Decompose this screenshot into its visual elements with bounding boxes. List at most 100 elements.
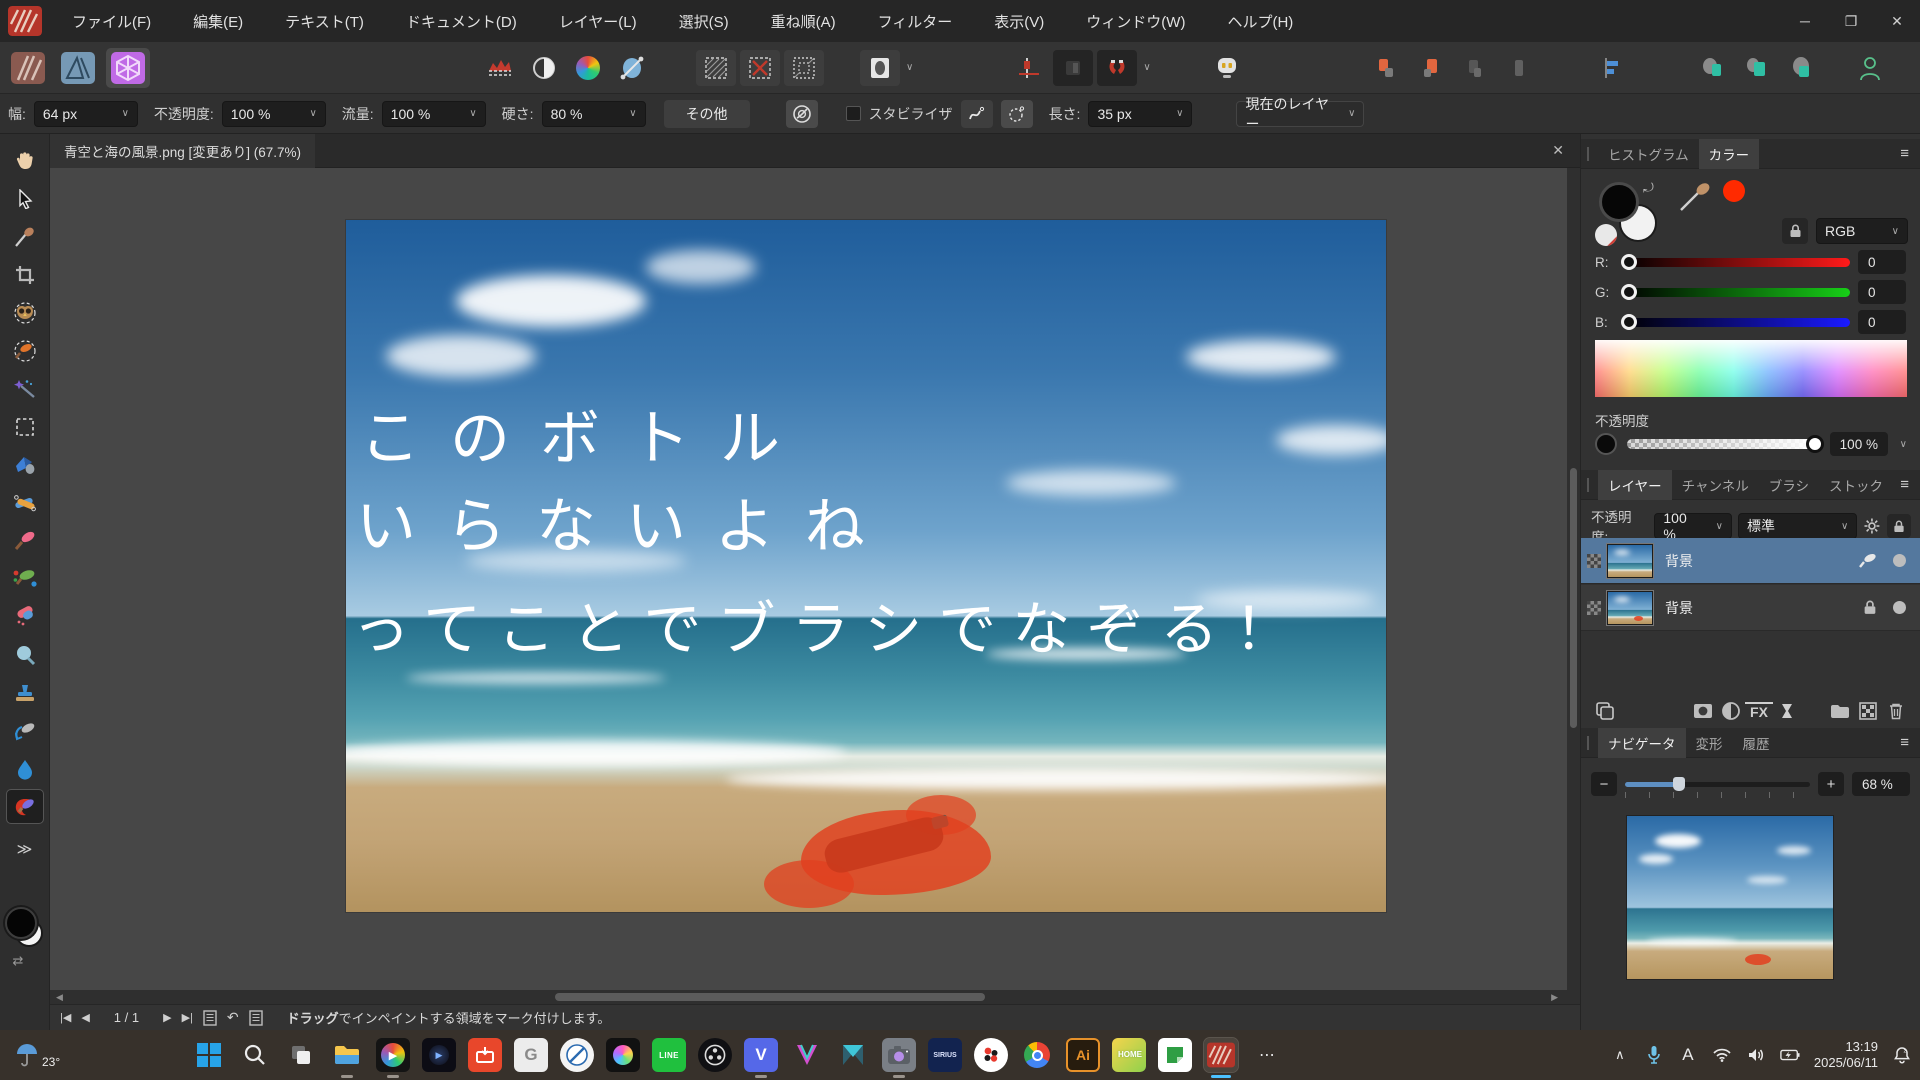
tab-colour[interactable]: カラー: [1698, 138, 1760, 169]
deselect-button[interactable]: [740, 49, 780, 86]
green-note-app-button[interactable]: [1158, 1038, 1192, 1072]
taskbar-search-button[interactable]: [238, 1038, 272, 1072]
canvas-viewport[interactable]: このボトル いらないよね ってことでブラシでなぞる！ ◀ ▶: [50, 168, 1580, 1004]
select-all-button[interactable]: [696, 49, 736, 86]
menu-layer[interactable]: レイヤー(L): [545, 5, 651, 38]
undo-history-icon[interactable]: ↶: [227, 1009, 239, 1026]
develop-persona-button[interactable]: [106, 47, 150, 88]
panel-menu-icon[interactable]: ≡: [1900, 476, 1910, 493]
live-filter-hourglass-icon[interactable]: [1773, 702, 1801, 720]
swap-colours-icon[interactable]: ⤾: [1643, 180, 1654, 196]
microphone-icon[interactable]: [1644, 1045, 1664, 1065]
next-page-icon[interactable]: ▶: [163, 1011, 171, 1024]
homepage-builder-button[interactable]: HOME: [1112, 1038, 1146, 1072]
erase-tool[interactable]: [7, 486, 43, 519]
view-tool[interactable]: [7, 144, 43, 177]
scroll-left-icon[interactable]: ◀: [56, 992, 63, 1003]
horizontal-scrollbar-thumb[interactable]: [555, 993, 985, 1001]
flow-field[interactable]: 100 % ∨: [381, 100, 486, 127]
tab-transform[interactable]: 変形: [1686, 727, 1733, 759]
previous-page-icon[interactable]: ◀: [81, 1011, 89, 1024]
layer-drag-handle-icon[interactable]: [1581, 553, 1607, 568]
move-backward-button[interactable]: [1455, 50, 1495, 86]
tab-channels[interactable]: チャンネル: [1672, 469, 1759, 501]
auto-contrast-button[interactable]: [524, 50, 564, 86]
panel-grip[interactable]: [1587, 477, 1590, 492]
hardness-field[interactable]: 80 % ∨: [541, 100, 646, 127]
vertical-scrollbar[interactable]: [1567, 168, 1580, 1004]
document-tab[interactable]: 青空と海の風景.png [変更あり] (67.7%): [50, 133, 316, 168]
flower-app-button[interactable]: [974, 1038, 1008, 1072]
account-button[interactable]: [1850, 50, 1890, 86]
menu-select[interactable]: 選択(S): [665, 5, 743, 38]
undo-brush-tool[interactable]: [7, 714, 43, 747]
quick-mask-chevron-icon[interactable]: ∨: [906, 62, 913, 73]
green-value[interactable]: 0: [1858, 280, 1906, 304]
snapping-chevron-icon[interactable]: ∨: [1143, 62, 1150, 73]
layer-thumbnail[interactable]: [1606, 589, 1654, 626]
vegas-app-button[interactable]: [790, 1038, 824, 1072]
flood-select-tool[interactable]: [7, 372, 43, 405]
panel-grip[interactable]: [1587, 735, 1590, 750]
menu-help[interactable]: ヘルプ(H): [1213, 5, 1307, 38]
tab-histogram[interactable]: ヒストグラム: [1598, 138, 1699, 170]
none-colour-swatch[interactable]: [1595, 224, 1617, 246]
first-page-icon[interactable]: |◀: [60, 1011, 71, 1024]
group-layers-icon[interactable]: [1826, 702, 1854, 720]
layer-visibility-dot[interactable]: [1893, 554, 1906, 567]
camera-app-button[interactable]: [882, 1038, 916, 1078]
quick-mask-button[interactable]: [860, 49, 900, 86]
red-value[interactable]: 0: [1858, 250, 1906, 274]
taskbar-overflow-button[interactable]: ⋯: [1250, 1038, 1284, 1072]
tab-history[interactable]: 履歴: [1733, 727, 1780, 759]
weather-widget[interactable]: 23°: [14, 1041, 164, 1069]
battery-icon[interactable]: [1780, 1048, 1800, 1062]
colour-picker-sampler-icon[interactable]: [1679, 182, 1725, 212]
opacity-slider[interactable]: [1627, 435, 1824, 453]
tray-chevron-up-icon[interactable]: ∧: [1610, 1047, 1630, 1063]
paint-app-button[interactable]: [606, 1038, 640, 1072]
stabilizer-checkbox[interactable]: [845, 106, 861, 121]
layer-lock-icon[interactable]: [1863, 600, 1877, 615]
maximize-button[interactable]: ❐: [1828, 0, 1874, 42]
zoom-slider-thumb[interactable]: [1673, 776, 1686, 791]
move-forward-button[interactable]: [1411, 50, 1451, 86]
colour-spectrum-strip[interactable]: [1595, 340, 1907, 397]
minimize-button[interactable]: ─: [1782, 0, 1828, 42]
tab-navigator[interactable]: ナビゲータ: [1598, 727, 1686, 758]
last-page-icon[interactable]: ▶|: [182, 1011, 193, 1024]
menu-document[interactable]: ドキュメント(D): [392, 5, 531, 38]
v-app-button[interactable]: V: [744, 1038, 778, 1078]
red-capture-app-button[interactable]: [468, 1038, 502, 1072]
foreground-colour-circle[interactable]: [1599, 182, 1639, 222]
blend-mode-dropdown[interactable]: 標準 ∨: [1737, 513, 1858, 539]
crop-tool[interactable]: [7, 258, 43, 291]
file-explorer-button[interactable]: [330, 1038, 364, 1078]
liquify-persona-button[interactable]: [56, 48, 100, 88]
layer-drag-handle-icon[interactable]: [1581, 600, 1607, 615]
wifi-icon[interactable]: [1712, 1048, 1732, 1062]
zoom-out-button[interactable]: −: [1591, 772, 1617, 796]
taskbar-clock[interactable]: 13:19 2025/06/11: [1814, 1039, 1878, 1071]
length-field[interactable]: 35 px ∨: [1088, 100, 1193, 127]
lock-button[interactable]: [1782, 218, 1808, 244]
tab-brushes[interactable]: ブラシ: [1759, 469, 1819, 501]
red-slider-knob[interactable]: [1621, 253, 1637, 270]
invert-selection-button[interactable]: [784, 49, 824, 86]
line-app-button[interactable]: LINE: [652, 1038, 686, 1072]
menu-edit[interactable]: 編集(E): [179, 5, 257, 38]
speaker-icon[interactable]: [1746, 1047, 1766, 1063]
chrome-button[interactable]: [1020, 1038, 1054, 1072]
sampled-colour-swatch[interactable]: [1723, 180, 1745, 202]
inpainting-brush-tool[interactable]: [5, 789, 44, 824]
live-filter-fx-icon[interactable]: FX: [1745, 702, 1773, 720]
snapping-magnet-button[interactable]: [1097, 49, 1138, 86]
obs-studio-button[interactable]: [698, 1038, 732, 1072]
fill-tool[interactable]: [7, 448, 43, 481]
pixel-tool[interactable]: [7, 600, 43, 633]
panel-grip[interactable]: [1587, 146, 1590, 161]
snapping-toggle-button[interactable]: [1053, 49, 1094, 86]
ime-mode-indicator[interactable]: A: [1678, 1045, 1698, 1065]
colour-picker-tool[interactable]: [7, 220, 43, 253]
duplicate-layers-icon[interactable]: [1591, 700, 1619, 722]
